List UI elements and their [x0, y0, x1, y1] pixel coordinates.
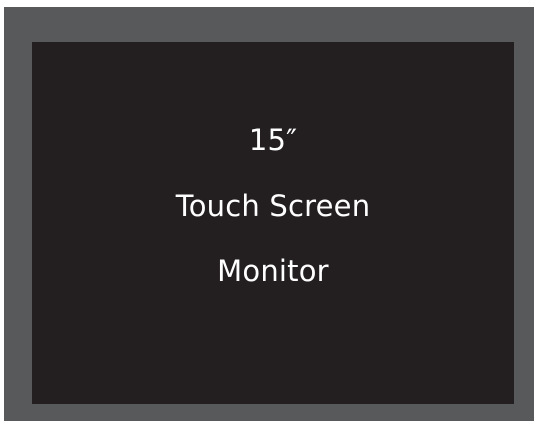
screen-size-label: 15″	[248, 123, 298, 157]
screen-device-label: Monitor	[217, 254, 329, 288]
screen-type-label: Touch Screen	[175, 189, 371, 223]
monitor-bezel: 15″ Touch Screen Monitor	[4, 7, 534, 421]
monitor-screen: 15″ Touch Screen Monitor	[32, 42, 514, 404]
